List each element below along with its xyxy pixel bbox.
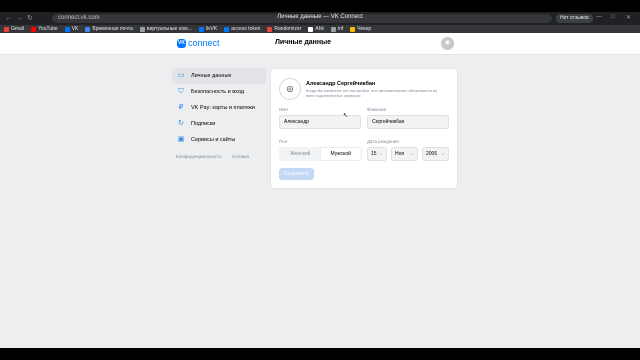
gender-label: Пол bbox=[279, 139, 288, 144]
privacy-link[interactable]: Конфиденциальность bbox=[176, 154, 222, 159]
gender-male-option[interactable]: Мужской bbox=[320, 148, 361, 160]
bookmark-label: Временная почта bbox=[92, 26, 133, 32]
chevron-down-icon: ⌄ bbox=[440, 151, 445, 157]
logo-text: connect bbox=[188, 38, 220, 48]
bookmark-item[interactable]: Randomizer bbox=[267, 26, 301, 32]
sidebar-item[interactable]: ₽ VK Pay: карты и платежи bbox=[172, 100, 266, 116]
profile-name: Александр Сергейчикбан bbox=[306, 81, 376, 87]
bookmark-item[interactable]: livVK bbox=[198, 26, 218, 32]
bookmark-item[interactable]: Gmail bbox=[4, 26, 24, 32]
sidebar-item-label: VK Pay: карты и платежи bbox=[191, 105, 255, 111]
sidebar-item[interactable]: ▣ Сервисы и сайты bbox=[172, 132, 266, 148]
page-title: Личные данные bbox=[275, 39, 331, 46]
bookmark-favicon-icon bbox=[198, 26, 204, 32]
sidebar-item[interactable]: ↻ Подписки bbox=[172, 116, 266, 132]
bookmark-label: livVK bbox=[205, 26, 218, 32]
bookmark-favicon-icon bbox=[350, 26, 356, 32]
bookmark-label: Чекер bbox=[357, 26, 372, 32]
last-name-label: Фамилия bbox=[367, 107, 387, 112]
bookmark-item[interactable]: VK bbox=[64, 26, 79, 32]
bookmark-label: виртуальные ном... bbox=[146, 26, 192, 32]
vk-logo-icon: VK bbox=[177, 38, 186, 48]
birth-day-select[interactable]: 15 ⌄ bbox=[367, 147, 387, 161]
bookmark-favicon-icon bbox=[267, 26, 273, 32]
window-title: Личные данные — VK Connect bbox=[277, 14, 363, 20]
bookmark-label: access token bbox=[231, 26, 261, 32]
sidebar-footer: Конфиденциальность Условия bbox=[172, 154, 266, 159]
birth-date-label: Дата рождения bbox=[367, 139, 399, 144]
bookmark-item[interactable]: inf bbox=[330, 26, 344, 32]
bookmark-item[interactable]: виртуальные ном... bbox=[139, 26, 192, 32]
bookmark-label: Ahk bbox=[315, 26, 324, 32]
last-name-field[interactable]: Сергейчикбан bbox=[367, 115, 449, 129]
birth-month-select[interactable]: Ноя ⌄ bbox=[391, 147, 418, 161]
bookmark-label: Gmail bbox=[11, 26, 25, 32]
bookmark-item[interactable]: access token bbox=[224, 26, 260, 32]
first-name-label: Имя bbox=[279, 107, 288, 112]
terms-link[interactable]: Условия bbox=[232, 154, 249, 159]
bookmark-favicon-icon bbox=[4, 26, 9, 32]
birth-month-value: Ноя bbox=[395, 151, 405, 157]
bookmark-favicon-icon bbox=[85, 26, 91, 32]
vkpay-icon: ₽ bbox=[178, 104, 184, 111]
sidebar-item[interactable]: ▭ Личные данные bbox=[172, 68, 266, 84]
chevron-down-icon: ⌄ bbox=[378, 151, 383, 157]
gender-switch: Женский Мужской bbox=[279, 147, 362, 161]
chevron-down-icon: ⌄ bbox=[409, 151, 414, 157]
vk-connect-logo[interactable]: VK connect bbox=[177, 38, 220, 48]
maximize-icon[interactable]: □ bbox=[611, 14, 615, 20]
sidebar: ▭ Личные данные ⛉ Безопасность и вход ₽ VK Pa… bbox=[172, 68, 266, 159]
bookmark-favicon-icon bbox=[308, 26, 314, 32]
gender-female-option[interactable]: Женский bbox=[280, 148, 321, 160]
sidebar-item[interactable]: ⛉ Безопасность и вход bbox=[172, 84, 266, 100]
bookmark-label: Randomizer bbox=[274, 26, 302, 32]
bookmark-favicon-icon bbox=[31, 26, 37, 32]
bookmark-item[interactable]: YouTube bbox=[31, 26, 58, 32]
camera-icon[interactable]: ◎ bbox=[279, 78, 301, 100]
birth-year-value: 2006 bbox=[426, 151, 438, 157]
bookmark-item[interactable]: Чекер bbox=[350, 26, 371, 32]
page-header: VK connect Личные данные ◉ bbox=[0, 33, 640, 55]
close-icon[interactable]: ✕ bbox=[626, 14, 631, 21]
bookmark-item[interactable]: Временная почта bbox=[85, 26, 133, 32]
mouse-cursor-icon: ↖ bbox=[343, 113, 349, 119]
sidebar-item-label: Личные данные bbox=[191, 73, 232, 79]
bookmark-favicon-icon bbox=[139, 26, 145, 32]
bookmark-favicon-icon bbox=[64, 26, 70, 32]
browser-toolbar: ← → ↻ connect.vk.com Личные данные — VK … bbox=[0, 12, 640, 25]
minimize-icon[interactable]: — bbox=[596, 14, 602, 20]
bookmark-favicon-icon bbox=[224, 26, 230, 32]
reviews-badge[interactable]: Нет отзывов bbox=[556, 14, 593, 23]
services-icon: ▣ bbox=[177, 136, 185, 143]
birth-day-value: 15 bbox=[371, 151, 377, 157]
browser-window: ← → ↻ connect.vk.com Личные данные — VK … bbox=[0, 12, 640, 348]
person-card-icon: ▭ bbox=[177, 72, 185, 79]
birth-year-select[interactable]: 2006 ⌄ bbox=[422, 147, 449, 161]
save-button[interactable]: Сохранить bbox=[279, 168, 314, 180]
subscription-icon: ↻ bbox=[178, 120, 184, 127]
avatar[interactable]: ◉ bbox=[441, 37, 454, 50]
bookmark-favicon-icon bbox=[330, 26, 336, 32]
personal-data-card: ◎ Александр Сергейчикбан Когда Вы измени… bbox=[271, 69, 457, 188]
first-name-field[interactable]: Александр bbox=[279, 115, 361, 129]
profile-hint: Когда Вы измените эти настройки, они авт… bbox=[306, 88, 438, 98]
bookmark-label: VK bbox=[71, 26, 79, 32]
sidebar-item-label: Безопасность и вход bbox=[191, 89, 244, 95]
shield-icon: ⛉ bbox=[178, 88, 184, 95]
sidebar-item-label: Подписки bbox=[191, 121, 216, 127]
bookmark-label: inf bbox=[337, 26, 344, 32]
sidebar-item-label: Сервисы и сайты bbox=[191, 137, 236, 143]
bookmark-item[interactable]: Ahk bbox=[308, 26, 324, 32]
bookmarks-bar: Gmail YouTube VK Временная почта виртуальные… bbox=[0, 25, 640, 33]
bookmark-label: YouTube bbox=[38, 26, 58, 32]
